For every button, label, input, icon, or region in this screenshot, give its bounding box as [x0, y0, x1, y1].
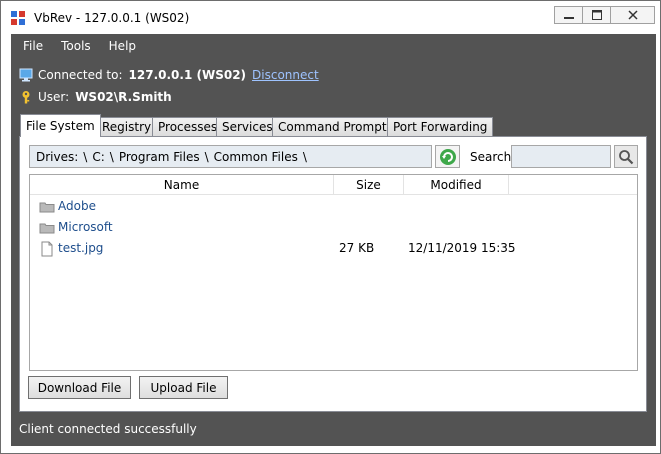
path-separator: \ — [204, 149, 209, 164]
frame-right — [647, 114, 656, 412]
file-name: Microsoft — [58, 220, 113, 234]
tab-registry[interactable]: Registry — [96, 117, 158, 136]
file-system-panel: Drives: \ C: \ Program Files \ Common Fi… — [19, 136, 647, 412]
search-input[interactable] — [511, 145, 611, 168]
menu-file[interactable]: File — [11, 39, 52, 53]
title-bar[interactable]: VbRev - 127.0.0.1 (WS02) — [1, 1, 660, 34]
menu-tools[interactable]: Tools — [52, 39, 100, 53]
search-label: Search: — [470, 150, 516, 164]
search-button[interactable] — [614, 145, 638, 168]
tab-processes[interactable]: Processes — [152, 117, 224, 136]
connected-host: 127.0.0.1 (WS02) — [128, 68, 247, 82]
minimize-button[interactable] — [554, 6, 583, 24]
file-list[interactable]: Name Size Modified Adobe Microsoft test.… — [29, 174, 638, 371]
maximize-icon — [591, 10, 602, 20]
menu-bar: File Tools Help — [11, 34, 656, 58]
search-icon — [619, 149, 634, 164]
key-icon — [22, 91, 30, 104]
file-name: Adobe — [58, 199, 96, 213]
column-size[interactable]: Size — [334, 175, 404, 195]
path-drives[interactable]: Drives: — [36, 150, 78, 164]
path-separator: \ — [83, 149, 88, 164]
connected-row: Connected to: 127.0.0.1 (WS02) Disconnec… — [19, 68, 319, 82]
frame-left — [11, 114, 19, 412]
monitor-icon — [19, 68, 33, 82]
menu-help[interactable]: Help — [100, 39, 145, 53]
folder-icon — [39, 223, 55, 234]
close-button[interactable] — [610, 6, 655, 24]
tab-command-prompt[interactable]: Command Prompt — [272, 117, 393, 136]
window-title: VbRev - 127.0.0.1 (WS02) — [34, 11, 190, 25]
path-common-files[interactable]: Common Files — [214, 150, 298, 164]
tab-file-system[interactable]: File System — [20, 114, 101, 137]
user-label: User: — [38, 90, 70, 104]
path-separator: \ — [109, 149, 114, 164]
connected-label: Connected to: — [38, 68, 123, 82]
path-separator: \ — [302, 149, 307, 164]
column-modified[interactable]: Modified — [404, 175, 509, 195]
file-list-header: Name Size Modified — [30, 175, 637, 195]
status-bar: Client connected successfully — [11, 412, 656, 446]
file-name: test.jpg — [58, 241, 104, 255]
minimize-icon — [563, 17, 574, 19]
file-row-test-jpg[interactable]: test.jpg 27 KB 12/11/2019 15:35 — [30, 238, 637, 259]
status-text: Client connected successfully — [19, 422, 197, 436]
app-window: VbRev - 127.0.0.1 (WS02) File Tools Help… — [0, 0, 661, 454]
refresh-button[interactable] — [435, 145, 460, 168]
file-icon — [41, 241, 53, 257]
file-row-microsoft[interactable]: Microsoft — [30, 217, 637, 238]
disconnect-link[interactable]: Disconnect — [252, 68, 319, 82]
tab-port-forwarding[interactable]: Port Forwarding — [387, 117, 494, 136]
upload-file-button[interactable]: Upload File — [139, 376, 228, 399]
close-icon — [627, 10, 638, 20]
folder-icon — [39, 202, 55, 213]
file-size: 27 KB — [339, 241, 375, 255]
app-icon — [11, 11, 25, 25]
tab-services[interactable]: Services — [216, 117, 279, 136]
column-name[interactable]: Name — [30, 175, 334, 195]
path-breadcrumb[interactable]: Drives: \ C: \ Program Files \ Common Fi… — [29, 145, 432, 168]
user-name: WS02\R.Smith — [75, 90, 172, 104]
refresh-icon — [439, 148, 456, 165]
path-program-files[interactable]: Program Files — [119, 150, 200, 164]
file-modified: 12/11/2019 15:35 — [408, 241, 516, 255]
path-c[interactable]: C: — [92, 150, 104, 164]
connection-info: Connected to: 127.0.0.1 (WS02) Disconnec… — [11, 58, 656, 114]
download-file-button[interactable]: Download File — [28, 376, 131, 399]
user-row: User: WS02\R.Smith — [19, 90, 172, 104]
maximize-button[interactable] — [582, 6, 611, 24]
file-row-adobe[interactable]: Adobe — [30, 196, 637, 217]
